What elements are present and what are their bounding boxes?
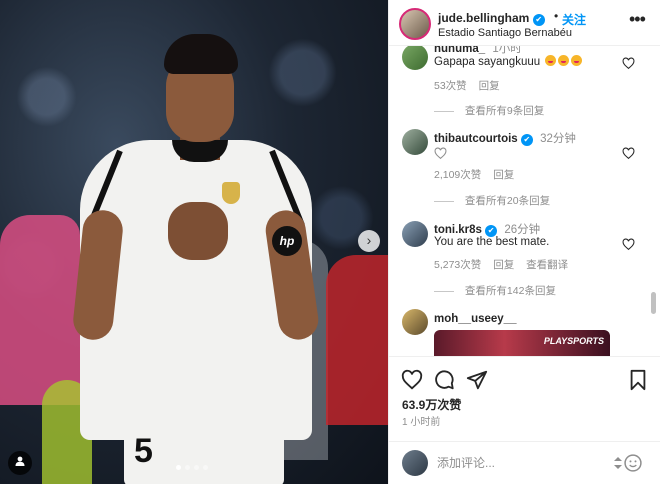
header-separator: •: [554, 9, 559, 23]
comment-media-preview[interactable]: PLAYSPORTS: [434, 330, 610, 356]
translate-button[interactable]: 查看翻译: [526, 259, 568, 271]
share-paper-plane-icon[interactable]: [466, 369, 488, 391]
like-comment-heart-icon[interactable]: [622, 147, 635, 160]
post-timestamp[interactable]: 1 小时前: [402, 413, 440, 428]
commenter-avatar[interactable]: [402, 221, 428, 247]
player-figure: hp 5: [71, 30, 321, 484]
comment-head: thibautcourtois ✔ 32分钟: [434, 130, 576, 146]
comment-time: 32分钟: [540, 133, 576, 145]
shorts-number: 5: [134, 432, 153, 470]
sad-face-emoji-icon: [558, 55, 570, 66]
person-icon: [15, 456, 25, 466]
player-hair: [164, 34, 238, 74]
comment-time: 26分钟: [504, 224, 541, 236]
more-options-icon[interactable]: •••: [629, 10, 646, 28]
like-count[interactable]: 63.9万次赞: [402, 396, 461, 413]
verified-badge-icon: ✔: [520, 134, 533, 146]
post-side-panel: jude.bellingham ✔ • 关注 Estadio Santiago …: [388, 0, 660, 484]
heart-emoji-icon: [434, 147, 447, 160]
commenter-avatar[interactable]: [402, 129, 428, 155]
post-actions: 63.9万次赞 1 小时前: [389, 356, 660, 484]
commenter-name[interactable]: moh__useey__: [434, 313, 516, 325]
carousel-next-button[interactable]: ›: [358, 230, 380, 252]
comment-body: Gapapa sayangkuuu: [434, 56, 541, 68]
carousel-dot: [185, 465, 190, 470]
playsports-logo: PLAYSPORTS: [543, 336, 604, 346]
reply-button[interactable]: 回复: [493, 259, 514, 271]
view-replies-button[interactable]: 查看所有142条回复: [434, 283, 556, 298]
view-replies-label: 查看所有20条回复: [464, 195, 551, 207]
carousel-dots: [176, 465, 208, 470]
comment-head: toni.kr8s ✔ 26分钟: [434, 221, 540, 237]
post-image[interactable]: hp 5 ›: [0, 0, 388, 484]
comment-likes[interactable]: 5,273次赞: [434, 259, 481, 271]
comment-meta: 53次赞 回复: [434, 78, 509, 93]
view-replies-button[interactable]: 查看所有20条回复: [434, 193, 550, 208]
reply-button[interactable]: 回复: [493, 169, 514, 181]
emoji-picker-icon[interactable]: [623, 453, 643, 473]
commenter-avatar[interactable]: [402, 309, 428, 335]
verified-badge-icon: ✔: [532, 14, 545, 26]
save-bookmark-icon[interactable]: [627, 369, 649, 391]
comment-meta: 2,109次赞 回复: [434, 167, 523, 182]
user-tag-icon[interactable]: [8, 451, 32, 475]
author-avatar[interactable]: [399, 8, 431, 40]
like-comment-heart-icon[interactable]: [622, 238, 635, 251]
sponsor-logo: hp: [272, 226, 302, 256]
author-username-row[interactable]: jude.bellingham ✔: [438, 11, 545, 26]
view-replies-label: 查看所有142条回复: [464, 285, 556, 297]
view-replies-button[interactable]: 查看所有9条回复: [434, 103, 544, 118]
background-player-red: [326, 255, 388, 425]
add-comment-input[interactable]: [437, 452, 597, 474]
comment-composer: [389, 441, 660, 484]
comment-time: 1小时: [492, 46, 522, 55]
like-comment-heart-icon[interactable]: [622, 57, 635, 70]
comment-likes[interactable]: 2,109次赞: [434, 169, 481, 181]
player-hands: [168, 202, 228, 260]
post-header: jude.bellingham ✔ • 关注 Estadio Santiago …: [389, 0, 660, 46]
comment-text: Gapapa sayangkuuu: [434, 55, 583, 68]
carousel-dot: [194, 465, 199, 470]
post-location[interactable]: Estadio Santiago Bernabéu: [438, 27, 572, 39]
sort-arrows-icon[interactable]: [613, 455, 623, 471]
commenter-avatar[interactable]: [402, 46, 428, 70]
current-user-avatar: [402, 450, 428, 476]
comments-list[interactable]: nunuma_ 1小时 Gapapa sayangkuuu 53次赞 回复 查看…: [389, 46, 660, 356]
comment-likes[interactable]: 53次赞: [434, 80, 467, 92]
carousel-dot: [176, 465, 181, 470]
commenter-name[interactable]: nunuma_: [434, 46, 485, 55]
comment-head: moh__useey__: [434, 313, 516, 325]
sad-face-emoji-icon: [545, 55, 557, 66]
comments-scrollbar[interactable]: [651, 292, 656, 314]
club-crest-icon: [222, 182, 240, 204]
sad-face-emoji-icon: [571, 55, 583, 66]
reply-button[interactable]: 回复: [479, 80, 500, 92]
background-player-pink: [0, 215, 80, 405]
comment-meta: 5,273次赞 回复 查看翻译: [434, 257, 577, 272]
view-replies-label: 查看所有9条回复: [464, 105, 545, 117]
author-username[interactable]: jude.bellingham: [438, 11, 529, 25]
comment-text: You are the best mate.: [434, 236, 550, 248]
carousel-dot: [203, 465, 208, 470]
follow-button[interactable]: 关注: [562, 11, 586, 28]
like-heart-icon[interactable]: [401, 369, 423, 391]
commenter-name[interactable]: thibautcourtois: [434, 133, 518, 145]
comment-bubble-icon[interactable]: [433, 369, 455, 391]
commenter-name[interactable]: toni.kr8s: [434, 224, 482, 236]
